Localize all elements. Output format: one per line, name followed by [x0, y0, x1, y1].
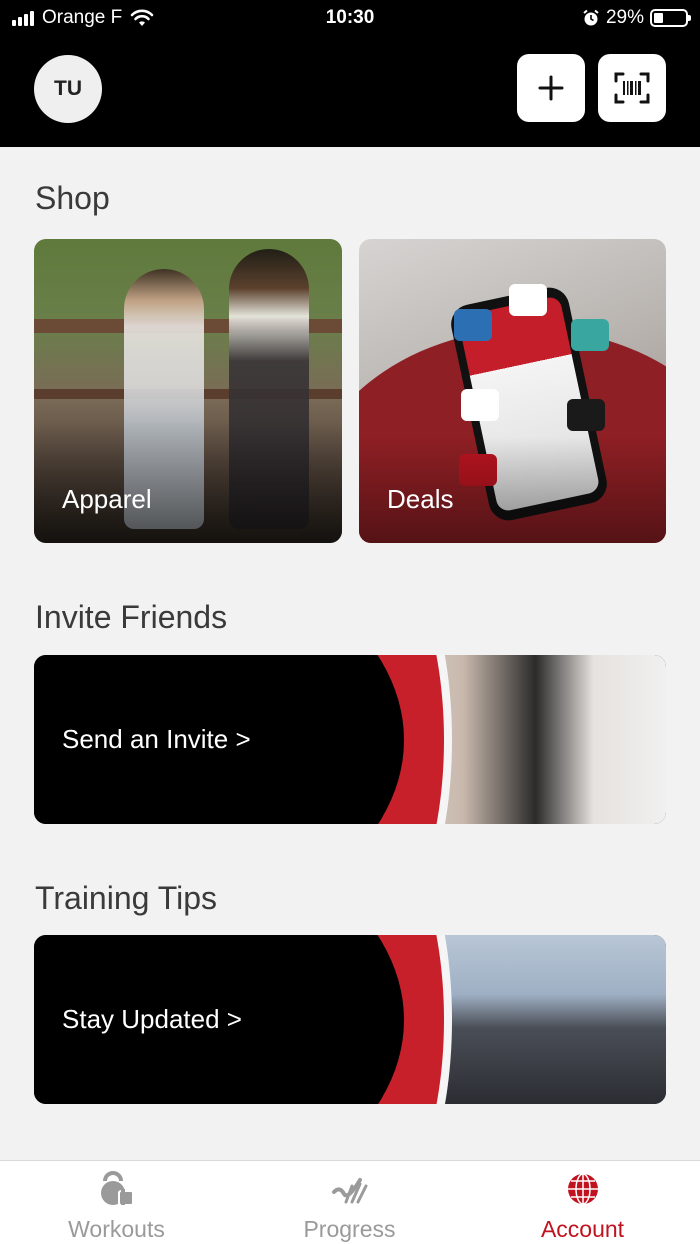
tab-account[interactable]: Account: [466, 1161, 699, 1244]
tab-bar: Workouts Progress Account: [0, 1160, 700, 1244]
progress-chart-icon: [331, 1178, 367, 1204]
stay-updated-label: Stay Updated >: [62, 1004, 242, 1034]
alarm-icon: [583, 9, 599, 26]
tab-workouts-label: Workouts: [68, 1216, 165, 1242]
apparel-label: Apparel: [62, 484, 152, 514]
stay-updated-banner[interactable]: Stay Updated >: [34, 935, 666, 1104]
barcode-scan-icon: [614, 72, 650, 104]
deals-label: Deals: [387, 484, 454, 514]
scan-button[interactable]: [598, 54, 666, 122]
top-header: Orange F 10:30 29% TU: [0, 0, 700, 147]
kettlebell-icon: [100, 1171, 134, 1206]
avatar[interactable]: TU: [34, 55, 102, 123]
battery-percent: 29%: [605, 7, 644, 28]
plus-icon: [538, 75, 564, 101]
tab-workouts[interactable]: Workouts: [0, 1161, 233, 1244]
deals-tile[interactable]: Deals: [359, 239, 666, 543]
shop-title: Shop: [35, 180, 110, 216]
globe-icon: [567, 1173, 598, 1205]
send-invite-banner[interactable]: Send an Invite >: [34, 655, 666, 824]
tab-progress[interactable]: Progress: [233, 1161, 466, 1244]
add-button[interactable]: [517, 54, 585, 122]
apparel-tile[interactable]: Apparel: [34, 239, 342, 543]
training-tips-title: Training Tips: [35, 880, 217, 916]
send-invite-label: Send an Invite >: [62, 724, 251, 754]
battery-icon: [650, 9, 691, 27]
avatar-initials: TU: [54, 77, 82, 100]
status-bar: Orange F 10:30 29%: [0, 0, 700, 38]
tab-progress-label: Progress: [303, 1216, 396, 1242]
invite-title: Invite Friends: [35, 599, 228, 635]
tab-account-label: Account: [540, 1216, 625, 1242]
